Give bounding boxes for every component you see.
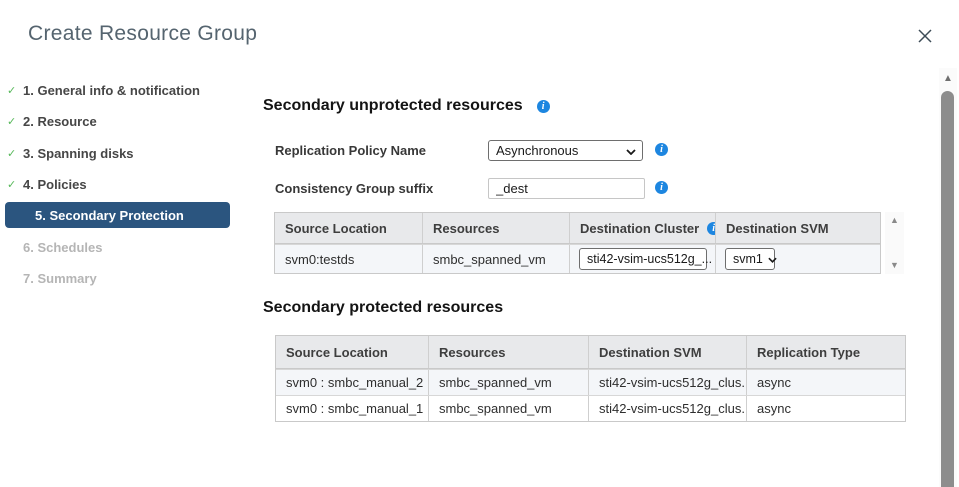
- table-row: svm0:testds smbc_spanned_vm sti42-vsim-u…: [275, 244, 880, 273]
- step-label: 2. Resource: [23, 114, 97, 129]
- close-icon[interactable]: [915, 26, 935, 46]
- selected-value: svm1: [733, 252, 763, 266]
- col-header-source-location: Source Location: [276, 336, 429, 368]
- col-header-resources: Resources: [429, 336, 589, 368]
- cell-resources: smbc_spanned_vm: [429, 396, 589, 421]
- sidebar-step-policies[interactable]: ✓ 4. Policies: [0, 176, 87, 193]
- step-label: 7. Summary: [23, 271, 97, 286]
- cell-resources: smbc_spanned_vm: [429, 370, 589, 395]
- sidebar-step-schedules[interactable]: 6. Schedules: [0, 239, 102, 256]
- step-label: 6. Schedules: [23, 240, 102, 255]
- selected-value: sti42-vsim-ucs512g_...: [587, 252, 712, 266]
- chevron-down-icon: [768, 252, 777, 266]
- section-heading-unprotected: Secondary unprotected resources i: [263, 97, 550, 115]
- destination-svm-select[interactable]: svm1: [725, 248, 775, 270]
- section-heading-protected: Secondary protected resources: [263, 299, 503, 317]
- replication-policy-label: Replication Policy Name: [275, 143, 426, 158]
- step-label: 1. General info & notification: [23, 83, 200, 98]
- replication-policy-select[interactable]: Asynchronous: [488, 140, 643, 161]
- sidebar-step-secondary-protection[interactable]: 5. Secondary Protection: [5, 202, 230, 228]
- page-title: Create Resource Group: [28, 22, 257, 46]
- table-header-row: Source Location Resources Destination SV…: [276, 336, 905, 369]
- check-icon: ✓: [7, 84, 21, 97]
- col-header-destination-svm: Destination SVM: [716, 213, 880, 243]
- cg-suffix-label: Consistency Group suffix: [275, 181, 433, 196]
- check-icon: ✓: [7, 147, 21, 160]
- cell-destination-svm: sti42-vsim-ucs512g_clus...: [589, 370, 747, 395]
- info-icon[interactable]: i: [537, 100, 550, 113]
- scrollbar-thumb[interactable]: [941, 91, 954, 487]
- sidebar-step-general-info[interactable]: ✓ 1. General info & notification: [0, 82, 200, 99]
- cell-destination-svm: svm1: [716, 245, 880, 273]
- check-icon: ✓: [7, 178, 21, 191]
- cell-resources: smbc_spanned_vm: [423, 245, 570, 273]
- cell-replication-type: async: [747, 396, 905, 421]
- dialog-scrollbar[interactable]: ▲: [939, 68, 957, 487]
- sidebar-step-spanning-disks[interactable]: ✓ 3. Spanning disks: [0, 145, 134, 162]
- col-header-replication-type: Replication Type: [747, 336, 905, 368]
- protected-table: Source Location Resources Destination SV…: [275, 335, 906, 422]
- col-header-resources: Resources: [423, 213, 570, 243]
- destination-cluster-select[interactable]: sti42-vsim-ucs512g_...: [579, 248, 707, 270]
- scroll-up-icon[interactable]: ▲: [943, 74, 953, 83]
- unprotected-table: Source Location Resources Destination Cl…: [274, 212, 881, 274]
- step-label: 3. Spanning disks: [23, 146, 134, 161]
- info-icon[interactable]: i: [655, 181, 668, 194]
- col-header-destination-svm: Destination SVM: [589, 336, 747, 368]
- scroll-down-icon[interactable]: ▼: [890, 261, 899, 270]
- col-header-destination-cluster: Destination Clusteri: [570, 213, 716, 243]
- heading-text: Secondary protected resources: [263, 299, 503, 317]
- cell-source-location: svm0 : smbc_manual_2: [276, 370, 429, 395]
- table-row: svm0 : smbc_manual_1 smbc_spanned_vm sti…: [276, 395, 905, 421]
- col-header-source-location: Source Location: [275, 213, 423, 243]
- sidebar-step-resource[interactable]: ✓ 2. Resource: [0, 113, 97, 130]
- cell-destination-svm: sti42-vsim-ucs512g_clus...: [589, 396, 747, 421]
- step-label: 4. Policies: [23, 177, 87, 192]
- table-row: svm0 : smbc_manual_2 smbc_spanned_vm sti…: [276, 369, 905, 395]
- info-icon[interactable]: i: [655, 143, 668, 156]
- chevron-down-icon: [626, 143, 636, 158]
- table-header-row: Source Location Resources Destination Cl…: [275, 213, 880, 244]
- table-scrollbar[interactable]: ▲ ▼: [885, 212, 904, 274]
- cell-replication-type: async: [747, 370, 905, 395]
- sidebar-step-summary[interactable]: 7. Summary: [0, 270, 97, 287]
- cg-suffix-input[interactable]: [488, 178, 645, 199]
- info-icon[interactable]: i: [707, 222, 716, 235]
- create-resource-group-dialog: Create Resource Group ✓ 1. General info …: [0, 0, 959, 487]
- cell-source-location: svm0 : smbc_manual_1: [276, 396, 429, 421]
- check-icon: ✓: [7, 115, 21, 128]
- heading-text: Secondary unprotected resources: [263, 97, 523, 115]
- cell-source-location: svm0:testds: [275, 245, 423, 273]
- scroll-up-icon[interactable]: ▲: [890, 216, 899, 225]
- cell-destination-cluster: sti42-vsim-ucs512g_...: [570, 245, 716, 273]
- step-label: 5. Secondary Protection: [35, 208, 184, 223]
- selected-value: Asynchronous: [496, 143, 578, 158]
